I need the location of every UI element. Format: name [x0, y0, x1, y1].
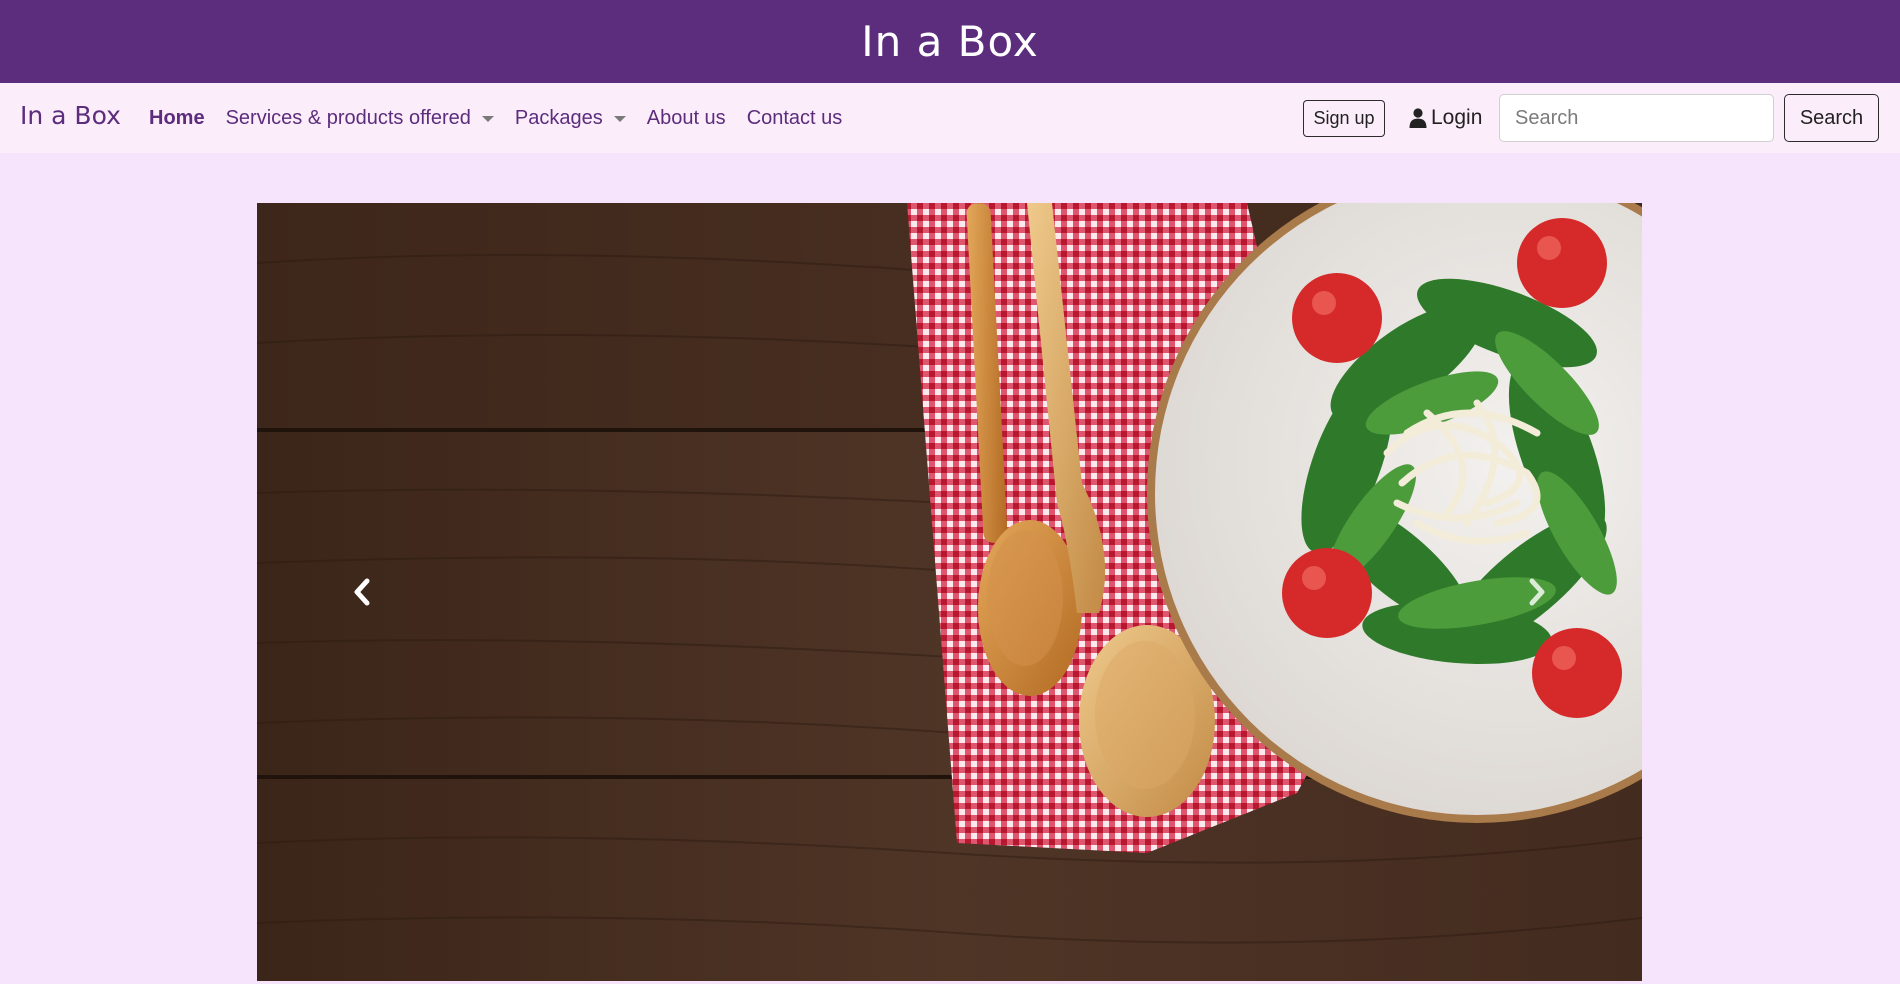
login-link[interactable]: Login: [1409, 105, 1482, 131]
carousel-prev-button[interactable]: [257, 203, 467, 981]
top-banner: In a Box: [0, 0, 1900, 83]
nav-home-label: Home: [149, 106, 205, 129]
nav-contact-label: Contact us: [746, 106, 843, 129]
nav-links: Home Services & products offered Package…: [149, 83, 863, 153]
chevron-left-icon: [354, 578, 370, 606]
site-title: In a Box: [861, 17, 1039, 66]
search-input[interactable]: [1499, 94, 1774, 142]
navbar: In a Box Home Services & products offere…: [0, 83, 1900, 153]
nav-about-us[interactable]: About us: [647, 107, 726, 130]
signup-button[interactable]: Sign up: [1303, 100, 1385, 137]
caret-down-icon: [613, 116, 626, 122]
nav-contact-us[interactable]: Contact us: [747, 107, 843, 130]
carousel-next-button[interactable]: [1432, 203, 1642, 981]
caret-down-icon: [481, 116, 494, 122]
nav-packages-label: Packages: [514, 106, 603, 129]
nav-packages-dropdown[interactable]: Packages: [515, 107, 626, 130]
hero-carousel: [257, 203, 1642, 981]
login-label: Login: [1431, 106, 1483, 129]
nav-services-dropdown[interactable]: Services & products offered: [226, 107, 494, 130]
search-button[interactable]: Search: [1784, 94, 1879, 142]
nav-about-label: About us: [646, 106, 726, 129]
chevron-right-icon: [1529, 578, 1545, 606]
navbar-brand[interactable]: In a Box: [20, 101, 121, 130]
nav-services-label: Services & products offered: [225, 106, 471, 129]
nav-home[interactable]: Home: [149, 107, 205, 130]
user-icon: [1409, 108, 1427, 128]
